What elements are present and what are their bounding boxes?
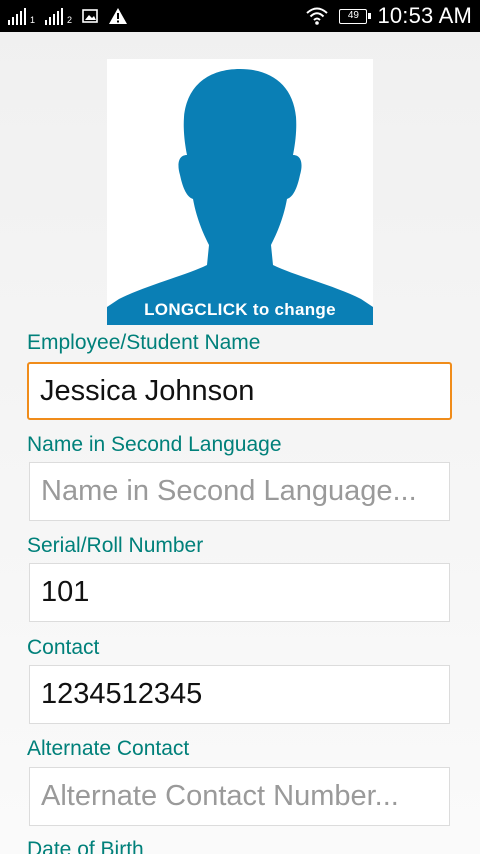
name-label: Employee/Student Name (27, 331, 261, 354)
person-silhouette-icon (107, 69, 373, 325)
warning-icon (109, 8, 128, 24)
battery-level: 49 (347, 9, 359, 21)
alternate-contact-label: Alternate Contact (27, 737, 190, 760)
status-left: 1 2 (0, 0, 128, 32)
clock: 10:53 AM (377, 3, 472, 28)
profile-photo[interactable]: LONGCLICK to change (107, 59, 373, 325)
name-input[interactable]: Jessica Johnson (27, 362, 452, 420)
status-bar: 1 2 49 10:53 AM (0, 0, 480, 32)
contact-label: Contact (27, 636, 100, 659)
photo-caption: LONGCLICK to change (144, 300, 336, 319)
image-icon (82, 9, 98, 23)
alternate-contact-input[interactable]: Alternate Contact Number... (29, 767, 450, 826)
signal-icon: 1 (8, 7, 35, 25)
second-language-input[interactable]: Name in Second Language... (29, 462, 450, 521)
serial-number-input[interactable]: 101 (29, 563, 450, 622)
serial-number-label: Serial/Roll Number (27, 534, 204, 557)
second-language-label: Name in Second Language (27, 433, 282, 456)
contact-input[interactable]: 1234512345 (29, 665, 450, 724)
date-of-birth-label: Date of Birth (27, 838, 144, 854)
sim1-label: 1 (30, 15, 36, 25)
signal-icon: 2 (45, 7, 72, 25)
status-right: 49 10:53 AM (305, 0, 472, 32)
wifi-icon (306, 7, 329, 25)
sim2-label: 2 (67, 15, 73, 25)
battery-icon: 49 (339, 8, 372, 24)
